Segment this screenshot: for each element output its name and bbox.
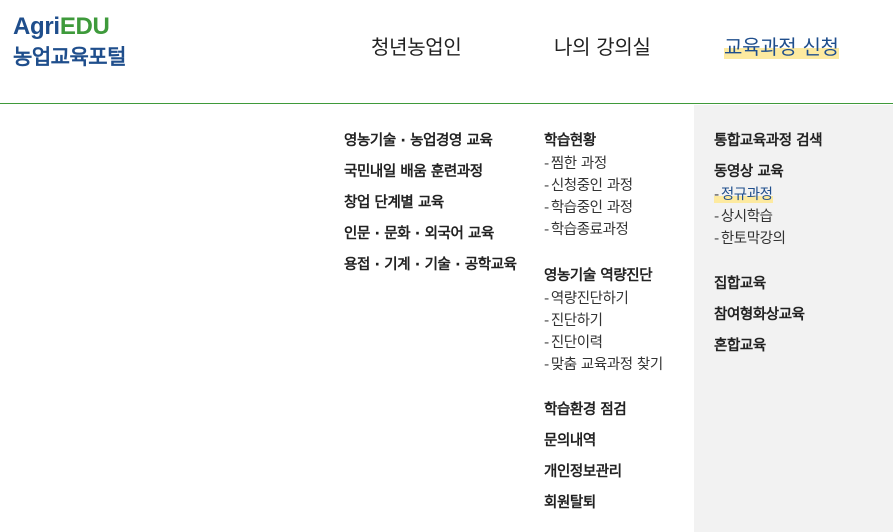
menu-privacy[interactable]: 개인정보관리: [544, 462, 663, 482]
site-logo[interactable]: AgriEDU 농업교육포털: [13, 13, 126, 71]
sub-diagnose[interactable]: - 진단하기: [544, 310, 663, 332]
sub-always-learning[interactable]: - 상시학습: [714, 206, 822, 228]
menu-env-check[interactable]: 학습환경 점검: [544, 400, 663, 420]
menu-withdraw[interactable]: 회원탈퇴: [544, 493, 663, 513]
gnb-my-classroom[interactable]: 나의 강의실: [554, 33, 651, 61]
menu-video-education[interactable]: 동영상 교육: [714, 162, 822, 182]
gnb-young-farmer[interactable]: 청년농업인: [371, 33, 462, 61]
menu-participatory-video[interactable]: 참여형화상교육: [714, 305, 822, 325]
logo-agri: Agri: [13, 13, 60, 40]
menu-humanities[interactable]: 인문 · 문화 · 외국어 교육: [344, 224, 517, 244]
sub-regular-course[interactable]: - 정규과정: [714, 184, 822, 206]
logo-wordmark: AgriEDU: [13, 13, 126, 41]
menu-inquiry[interactable]: 문의내역: [544, 431, 663, 451]
gnb-course-application[interactable]: 교육과정 신청: [724, 33, 839, 61]
submenu-column-1: 영농기술 · 농업경영 교육 국민내일 배움 훈련과정 창업 단계별 교육 인문…: [344, 131, 517, 275]
sub-short-lecture[interactable]: - 한토막강의: [714, 228, 822, 250]
logo-subtitle: 농업교육포털: [13, 45, 126, 69]
menu-blended[interactable]: 혼합교육: [714, 336, 822, 356]
sub-studying[interactable]: - 학습중인 과정: [544, 197, 663, 219]
menu-startup-stages[interactable]: 창업 단계별 교육: [344, 193, 517, 213]
menu-national-training[interactable]: 국민내일 배움 훈련과정: [344, 162, 517, 182]
menu-farming-management[interactable]: 영농기술 · 농업경영 교육: [344, 131, 517, 151]
menu-integrated-search[interactable]: 통합교육과정 검색: [714, 131, 823, 151]
sub-applying[interactable]: - 신청중인 과정: [544, 175, 663, 197]
logo-edu: EDU: [59, 13, 110, 40]
sub-find-course[interactable]: - 맞춤 교육과정 찾기: [544, 354, 663, 376]
menu-study-status[interactable]: 학습현황: [544, 131, 663, 151]
gnb-course-application-label: 교육과정 신청: [724, 35, 839, 59]
menu-group-education[interactable]: 집합교육: [714, 274, 822, 294]
menu-engineering[interactable]: 용접 · 기계 · 기술 · 공학교육: [344, 255, 517, 275]
sub-diagnosis-history[interactable]: - 진단이력: [544, 332, 663, 354]
sub-completed[interactable]: - 학습종료과정: [544, 219, 663, 241]
sub-wishlist[interactable]: - 찜한 과정: [544, 153, 663, 175]
menu-diagnosis[interactable]: 영농기술 역량진단: [544, 266, 663, 286]
site-header: AgriEDU 농업교육포털 청년농업인 나의 강의실 교육과정 신청: [0, 0, 893, 104]
submenu-column-2: 학습현황 - 찜한 과정 - 신청중인 과정 - 학습중인 과정 - 학습종료과정 영농…: [544, 131, 663, 513]
submenu-column-3: 통합교육과정 검색 동영상 교육 - 정규과정 - 상시학습 - 한토막강의 집합교육…: [714, 131, 823, 356]
sub-do-diagnosis[interactable]: - 역량진단하기: [544, 288, 663, 310]
